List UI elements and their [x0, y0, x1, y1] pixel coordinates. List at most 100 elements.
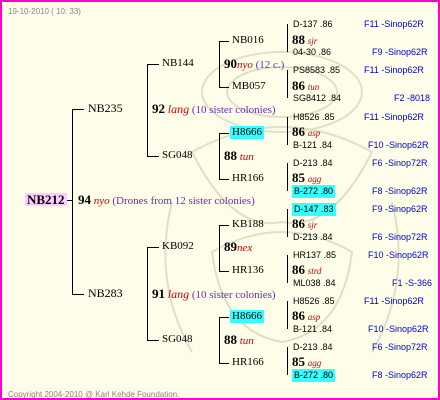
gen4-origin: F11 -Sinop62R: [364, 296, 424, 306]
gen4-queen-id[interactable]: D-213 .84: [293, 157, 333, 170]
gen4-queen-id[interactable]: H8526 .85: [293, 111, 335, 124]
gen3-num: 86: [292, 78, 305, 93]
gen1-queen-info: 91 lang (10 sister colonies): [152, 287, 276, 302]
connector-gen2-1: [219, 41, 220, 87]
gen3-race: asp: [307, 128, 321, 138]
connector-root: [72, 109, 73, 295]
gen2-queen-info: 88 tun: [224, 149, 254, 164]
gen2-queen-id[interactable]: KB092: [162, 240, 194, 253]
gen3-race: sjr: [307, 220, 318, 230]
gen2-queen-info: 90nyo (12 c.): [224, 57, 284, 72]
gen1-note: (10 sister colonies): [191, 104, 276, 116]
gen3-race: agg: [307, 174, 322, 184]
gen3-queen-id[interactable]: HR166: [232, 356, 264, 369]
gen3-queen-id[interactable]: KB188: [232, 218, 264, 231]
gen4-origin: F2 -8018: [394, 93, 431, 103]
root-queen-id[interactable]: NB212: [25, 193, 67, 206]
gen4-queen-id[interactable]: D-147 .83: [292, 203, 336, 216]
gen2-num: 90: [224, 56, 237, 71]
connector-gen1-b: [147, 247, 148, 340]
gen2-queen-id[interactable]: NB144: [162, 57, 194, 70]
gen4-queen-id[interactable]: HR137 .85: [293, 249, 336, 262]
gen2-race: tun: [239, 151, 254, 163]
gen3-queen-id[interactable]: H8666: [230, 126, 264, 139]
bracket-h8666-b: [287, 301, 288, 329]
gen1-queen-id[interactable]: NB235: [88, 102, 123, 115]
connector-hr166-b: [219, 363, 229, 364]
gen1-queen-id[interactable]: NB283: [88, 287, 123, 300]
gen4-queen-id[interactable]: D-213 .84: [293, 341, 333, 354]
gen3-num: 86: [292, 262, 305, 277]
gen2-num: 88: [224, 332, 237, 347]
gen3-num: 86: [292, 308, 305, 323]
connector-gen1-a: [147, 64, 148, 156]
gen2-queen-info: 88 tun: [224, 333, 254, 348]
gen1-race: lang: [167, 287, 190, 301]
root-note: (Drones from 12 sister colonies): [112, 195, 255, 207]
gen4-origin: F11 -Sinop62R: [364, 112, 424, 122]
gen4-origin: F6 -Sinop72R: [372, 232, 428, 242]
gen4-queen-id[interactable]: H8526 .85: [293, 295, 335, 308]
bracket-nb016: [287, 24, 288, 52]
gen3-queen-id[interactable]: MB057: [232, 80, 266, 93]
gen4-origin: F6 -Sinop72R: [372, 158, 428, 168]
gen3-num: 85: [292, 354, 305, 369]
root-num: 94: [78, 192, 91, 207]
gen3-queen-info: 85 agg: [292, 171, 321, 186]
date-stamp: 19-10-2010 ( 10: 33): [8, 7, 81, 16]
gen4-queen-id[interactable]: ML038 .84: [293, 277, 336, 290]
gen2-race: tun: [239, 335, 254, 347]
gen3-queen-info: 86 strd: [292, 263, 321, 278]
gen4-queen-id[interactable]: SG8412 .84: [293, 92, 341, 105]
gen4-origin: F1 -S-366: [392, 278, 433, 288]
gen3-queen-info: 85 agg: [292, 355, 321, 370]
gen3-queen-id[interactable]: H8666: [230, 310, 264, 323]
gen4-queen-id[interactable]: PS8583 .85: [293, 64, 340, 77]
gen4-origin: F8 -Sinop62R: [372, 186, 428, 196]
connector-kb188: [219, 225, 229, 226]
gen3-queen-id[interactable]: HR166: [232, 172, 264, 185]
bracket-kb188: [287, 209, 288, 237]
gen4-origin: F11 -Sinop62R: [364, 65, 424, 75]
gen2-race: nex: [237, 242, 253, 254]
gen3-num: 86: [292, 124, 305, 139]
connector-h8666-a: [219, 133, 229, 134]
connector-nb235: [72, 109, 84, 110]
gen2-queen-id[interactable]: SG048: [162, 333, 193, 346]
gen3-queen-info: 86 asp: [292, 125, 320, 140]
gen4-queen-id[interactable]: D-137 .86: [293, 18, 333, 31]
gen4-origin: F10 -Sinop62R: [368, 324, 429, 334]
gen1-num: 91: [152, 286, 165, 301]
gen1-queen-info: 92 lang (10 sister colonies): [152, 102, 276, 117]
gen3-queen-id[interactable]: NB016: [232, 34, 264, 47]
gen4-queen-id[interactable]: D-213 .84: [293, 231, 333, 244]
gen2-num: 88: [224, 148, 237, 163]
gen3-race: strd: [307, 266, 322, 276]
connector-gen2-4: [219, 317, 220, 363]
gen3-queen-info: 86 asp: [292, 309, 320, 324]
gen3-queen-id[interactable]: HR136: [232, 264, 264, 277]
connector-hr136: [219, 271, 229, 272]
root-queen-info: 94 nyo (Drones from 12 sister colonies): [78, 193, 255, 208]
connector-nb144: [147, 64, 159, 65]
root-race: nyo: [93, 195, 110, 207]
gen4-queen-id[interactable]: B-121 .84: [293, 323, 332, 336]
gen1-note: (10 sister colonies): [191, 289, 276, 301]
gen4-queen-id[interactable]: B-272 .80: [292, 185, 336, 198]
connector-sg048-a: [147, 156, 159, 157]
bracket-hr166-b: [287, 347, 288, 375]
gen4-origin: F8 -Sinop62R: [372, 370, 428, 380]
gen4-queen-id[interactable]: 04-30 .86: [293, 46, 331, 59]
bracket-mb057: [287, 70, 288, 98]
copyright-footer: Copyright 2004-2010 @ Karl Kehde Foundat…: [8, 390, 180, 399]
gen2-queen-id[interactable]: SG048: [162, 149, 193, 162]
gen4-origin: F10 -Sinop62R: [368, 250, 429, 260]
gen4-queen-id[interactable]: B-272 .80: [292, 369, 336, 382]
gen3-race: asp: [307, 312, 321, 322]
connector-hr166-a: [219, 179, 229, 180]
connector-mb057: [219, 87, 229, 88]
connector-kb092: [147, 247, 159, 248]
connector-sg048-b: [147, 340, 159, 341]
gen4-queen-id[interactable]: B-121 .84: [293, 139, 332, 152]
gen1-num: 92: [152, 101, 165, 116]
